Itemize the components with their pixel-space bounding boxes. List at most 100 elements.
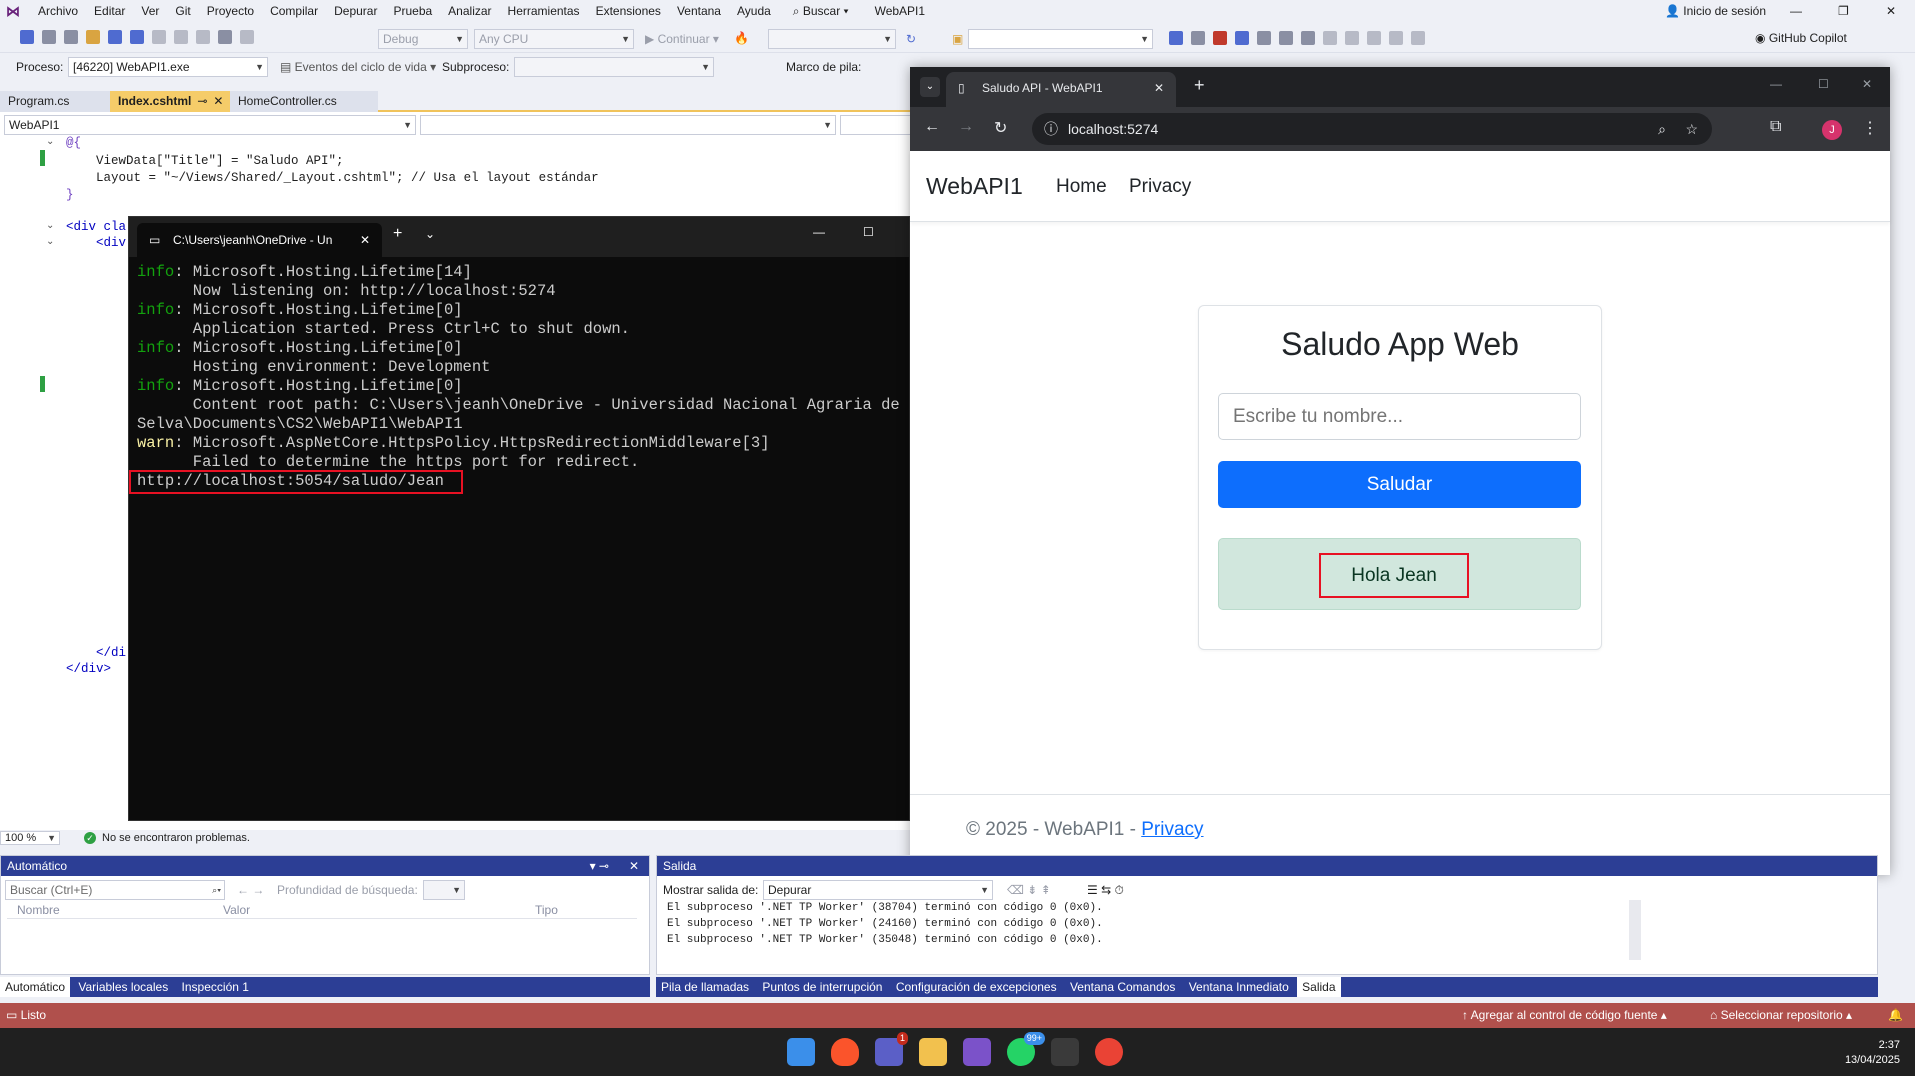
- search-menu[interactable]: ⌕ Buscar ▾: [785, 0, 857, 23]
- back-icon[interactable]: ←: [924, 118, 940, 136]
- close-button[interactable]: ✕: [1862, 77, 1872, 91]
- output-source-dropdown[interactable]: Depurar ▼: [763, 880, 993, 900]
- open-icon[interactable]: [86, 30, 100, 44]
- browser-tab[interactable]: ▯ Saludo API - WebAPI1 ✕: [946, 72, 1176, 107]
- comment-icon[interactable]: [1323, 31, 1337, 45]
- footer-privacy-link[interactable]: Privacy: [1141, 819, 1203, 840]
- menu-git[interactable]: Git: [167, 0, 198, 23]
- indent-icon[interactable]: [1345, 31, 1359, 45]
- teams-icon[interactable]: 1: [875, 1032, 908, 1066]
- menu-ayuda[interactable]: Ayuda: [729, 0, 779, 23]
- folder-icon[interactable]: [919, 1038, 947, 1066]
- extensions-icon[interactable]: ⧉: [1770, 118, 1781, 136]
- chrome-icon[interactable]: [1095, 1038, 1123, 1066]
- minimize-button[interactable]: —: [1770, 77, 1782, 91]
- collapse-icon[interactable]: ⌄: [46, 136, 54, 147]
- nav-arrows[interactable]: ← →: [237, 880, 264, 900]
- tab-homecontroller-cs[interactable]: HomeController.cs: [230, 91, 378, 112]
- tab-breakpoints[interactable]: Puntos de interrupción: [757, 977, 887, 997]
- address-bar[interactable]: ⓘ localhost:5274 ⌕ ☆: [1032, 113, 1712, 145]
- maximize-button[interactable]: ☐: [1818, 77, 1829, 91]
- refresh-icon[interactable]: ↻: [906, 32, 916, 46]
- window-icon[interactable]: [1279, 31, 1293, 45]
- project-nav-dropdown[interactable]: WebAPI1 ▼: [4, 115, 416, 135]
- depth-dropdown[interactable]: ▼: [423, 880, 465, 900]
- col-name[interactable]: Nombre: [17, 903, 60, 917]
- close-button[interactable]: ✕: [1886, 0, 1896, 23]
- tab-index-cshtml[interactable]: Index.cshtml ⊸ ✕: [110, 91, 230, 112]
- copy-icon[interactable]: [174, 30, 188, 44]
- menu-prueba[interactable]: Prueba: [385, 0, 440, 23]
- close-icon[interactable]: ✕: [360, 223, 370, 257]
- whatsapp-icon[interactable]: 99+: [1007, 1032, 1045, 1066]
- tab-immediate-window[interactable]: Ventana Inmediato: [1184, 977, 1294, 997]
- menu-depurar[interactable]: Depurar: [326, 0, 385, 23]
- tab-locals[interactable]: Variables locales: [73, 977, 173, 997]
- hot-reload-icon[interactable]: 🔥: [734, 31, 749, 45]
- profile-avatar[interactable]: J: [1822, 120, 1842, 140]
- maximize-button[interactable]: ☐: [863, 225, 874, 239]
- clear-icon[interactable]: ⌫ ⇟ ⇞: [1007, 883, 1051, 897]
- paste-icon[interactable]: [196, 30, 210, 44]
- tab-autos[interactable]: Automático: [0, 977, 71, 997]
- layout-icon[interactable]: [1235, 31, 1249, 45]
- tab-program-cs[interactable]: Program.cs: [0, 91, 110, 112]
- visual-studio-icon[interactable]: [963, 1038, 991, 1066]
- select-repo-button[interactable]: ⌂ Seleccionar repositorio ▴: [1710, 1003, 1852, 1028]
- tab-exception-settings[interactable]: Configuración de excepciones: [891, 977, 1062, 997]
- tab-output[interactable]: Salida: [1297, 977, 1341, 997]
- browser-dropdown[interactable]: ▼: [968, 29, 1153, 49]
- type-nav-dropdown[interactable]: ▼: [420, 115, 836, 135]
- pin-icon[interactable]: ▾ ⊸: [590, 856, 609, 876]
- zoom-icon[interactable]: ⌕: [1658, 113, 1666, 145]
- bookmark-icon[interactable]: [1389, 31, 1403, 45]
- close-icon[interactable]: ✕: [629, 856, 639, 876]
- col-type[interactable]: Tipo: [535, 903, 558, 917]
- reload-icon[interactable]: ↻: [994, 118, 1007, 138]
- config-dropdown[interactable]: Debug ▼: [378, 29, 468, 49]
- close-icon[interactable]: ✕: [213, 94, 223, 108]
- wrench-icon[interactable]: [1169, 31, 1183, 45]
- tab-call-stack[interactable]: Pila de llamadas: [656, 977, 754, 997]
- brave-icon[interactable]: [831, 1038, 859, 1066]
- menu-compilar[interactable]: Compilar: [262, 0, 326, 23]
- menu-editar[interactable]: Editar: [86, 0, 133, 23]
- next-bookmark-icon[interactable]: [1411, 31, 1425, 45]
- minimize-button[interactable]: —: [813, 225, 825, 239]
- save-all-icon[interactable]: [130, 30, 144, 44]
- name-input[interactable]: [1218, 393, 1581, 440]
- continue-button[interactable]: ▶ Continuar ▾: [645, 29, 719, 49]
- menu-archivo[interactable]: Archivo: [30, 0, 86, 23]
- back-icon[interactable]: [20, 30, 34, 44]
- save-icon[interactable]: [108, 30, 122, 44]
- menu-analizar[interactable]: Analizar: [440, 0, 499, 23]
- settings-icon[interactable]: [1301, 31, 1315, 45]
- thread-dropdown[interactable]: ▼: [514, 57, 714, 77]
- nav-home[interactable]: Home: [1056, 176, 1107, 198]
- toolbox-icon[interactable]: [1213, 31, 1227, 45]
- star-icon[interactable]: ☆: [1685, 113, 1698, 145]
- browser-window[interactable]: ⌄ ▯ Saludo API - WebAPI1 ✕ + — ☐ ✕ ← → ↻…: [910, 67, 1890, 875]
- menu-ver[interactable]: Ver: [133, 0, 167, 23]
- site-info-icon[interactable]: ⓘ: [1044, 113, 1058, 145]
- zoom-dropdown[interactable]: 100 % ▼: [0, 831, 60, 845]
- forward-icon[interactable]: →: [958, 118, 974, 136]
- more-icon[interactable]: ⋮: [1862, 118, 1878, 138]
- restore-button[interactable]: ❐: [1838, 0, 1849, 23]
- cut-icon[interactable]: [152, 30, 166, 44]
- clock[interactable]: 2:37 13/04/2025: [1820, 1038, 1900, 1068]
- tab-watch[interactable]: Inspección 1: [177, 977, 254, 997]
- menu-ventana[interactable]: Ventana: [669, 0, 729, 23]
- greet-button[interactable]: Saludar: [1218, 461, 1581, 508]
- word-wrap-icon[interactable]: ☰ ⇆ ⏱: [1087, 883, 1124, 898]
- menu-herramientas[interactable]: Herramientas: [500, 0, 588, 23]
- navbar-brand[interactable]: WebAPI1: [926, 173, 1023, 200]
- format-icon[interactable]: [1367, 31, 1381, 45]
- signin-link[interactable]: 👤 Inicio de sesión: [1665, 0, 1766, 23]
- tab-search-icon[interactable]: ⌄: [920, 77, 940, 97]
- redo-icon[interactable]: [240, 30, 254, 44]
- process-dropdown[interactable]: [46220] WebAPI1.exe ▼: [68, 57, 268, 77]
- source-control-button[interactable]: ↑ Agregar al control de código fuente ▴: [1462, 1003, 1667, 1028]
- autos-search-input[interactable]: Buscar (Ctrl+E) ⌕▾: [5, 880, 225, 900]
- collapse-icon[interactable]: ⌄: [46, 220, 54, 231]
